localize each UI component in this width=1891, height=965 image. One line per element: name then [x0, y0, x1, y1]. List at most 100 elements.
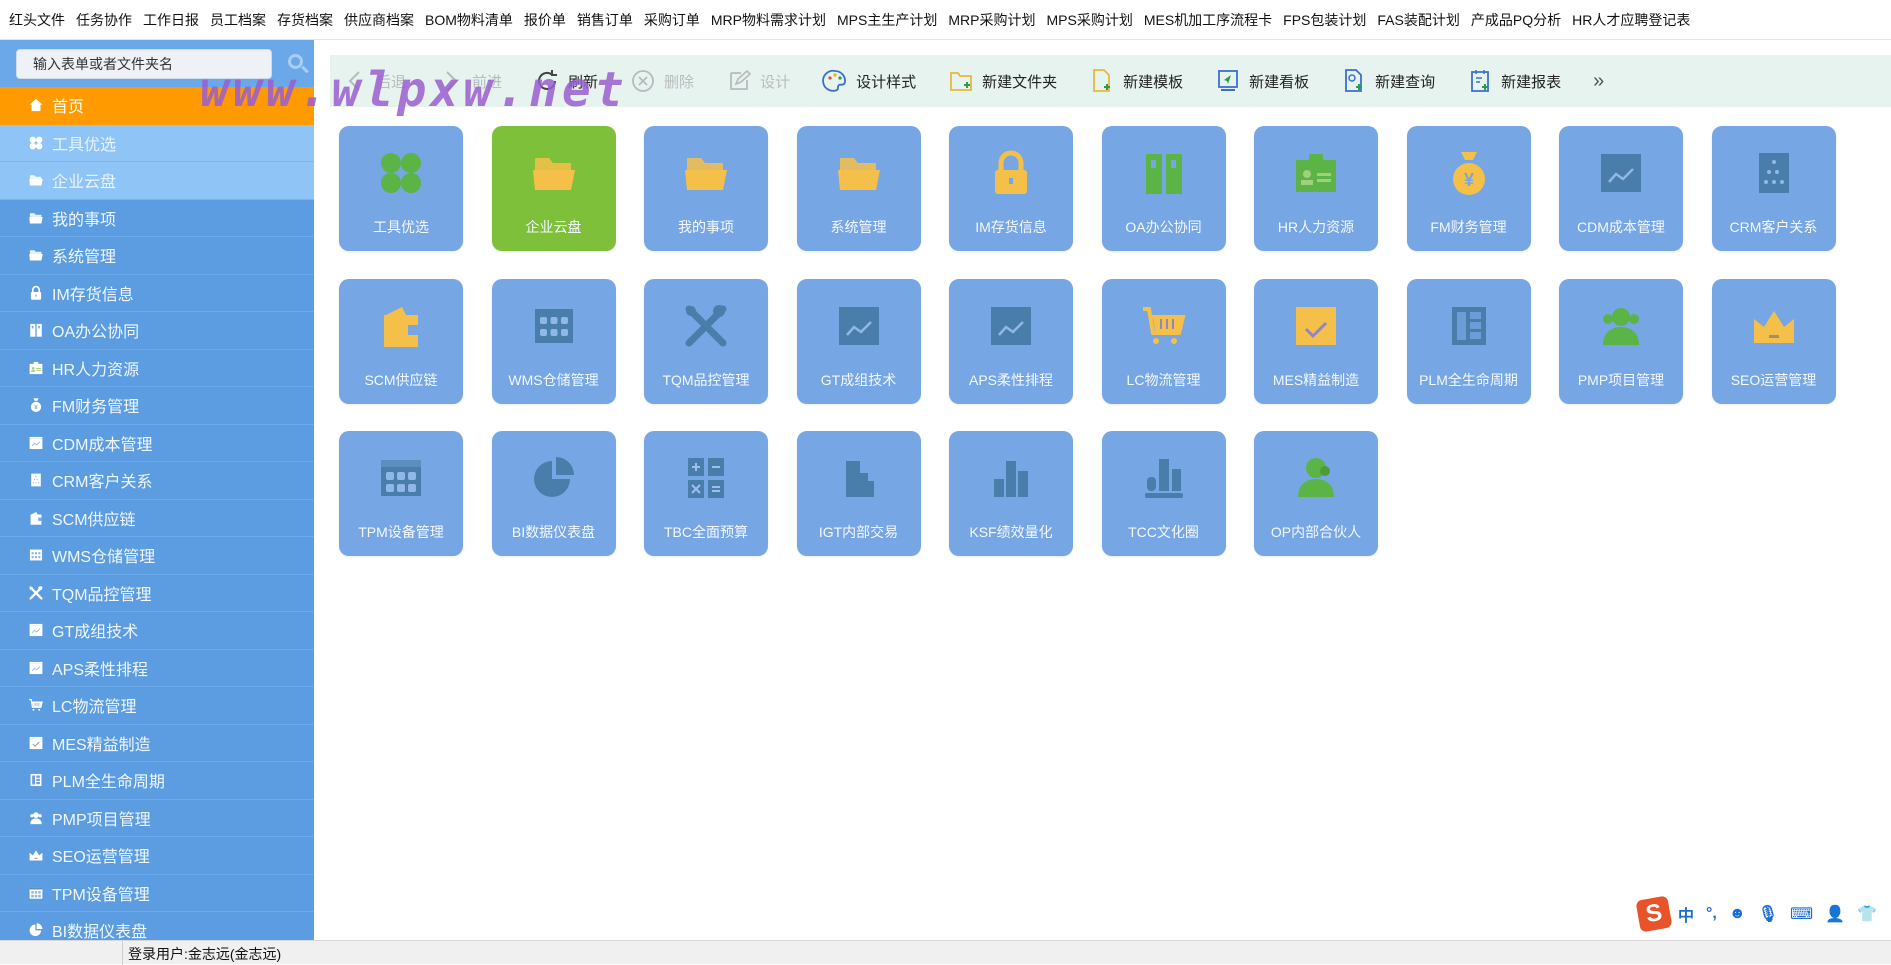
module-tile[interactable]: CDM成本管理	[1559, 126, 1683, 251]
module-tile[interactable]: KSF绩效量化	[949, 431, 1073, 556]
module-tile[interactable]: 工具优选	[339, 126, 463, 251]
sidebar-item[interactable]: SEO运营管理	[0, 837, 314, 875]
top-menu-item[interactable]: BOM物料清单	[425, 10, 513, 30]
top-menu-item[interactable]: 销售订单	[577, 10, 633, 30]
top-menu-item[interactable]: MPS主生产计划	[837, 10, 937, 30]
sidebar-item[interactable]: HR人力资源	[0, 350, 314, 387]
sidebar-item[interactable]: 首页	[0, 87, 314, 125]
keypad-icon	[376, 453, 426, 503]
sidebar-item[interactable]: OA办公协同	[0, 312, 314, 350]
module-tile[interactable]: LC物流管理	[1101, 278, 1226, 404]
sidebar-item[interactable]: LC物流管理	[0, 687, 314, 725]
toolbar-more-button[interactable]: »	[1593, 70, 1604, 93]
module-tile[interactable]: 企业云盘	[491, 126, 616, 251]
top-menu-item[interactable]: 采购订单	[644, 10, 700, 30]
top-menu-item[interactable]: MRP物料需求计划	[711, 10, 826, 30]
ime-emoji-icon[interactable]: ☻	[1729, 905, 1746, 923]
sidebar-item[interactable]: MES精益制造	[0, 725, 314, 762]
top-menu-item[interactable]: MRP采购计划	[948, 10, 1035, 30]
ime-chinese-mode-icon[interactable]: 中	[1678, 902, 1694, 926]
toolbar-button[interactable]: 新建模板	[1089, 68, 1183, 94]
ime-keyboard-icon[interactable]: ⌨	[1790, 904, 1813, 924]
top-menu-item[interactable]: 产成品PQ分析	[1471, 10, 1561, 30]
module-tile[interactable]: APS柔性排程	[949, 278, 1073, 404]
sidebar-item[interactable]: IM存货信息	[0, 275, 314, 312]
sidebar-item[interactable]: 企业云盘	[0, 162, 314, 200]
top-menu-item[interactable]: MES机加工序流程卡	[1144, 10, 1272, 30]
search-icon[interactable]	[282, 49, 312, 79]
sidebar-item[interactable]: CDM成本管理	[0, 425, 314, 462]
sidebar-item[interactable]: TPM设备管理	[0, 875, 314, 912]
toolbar-button[interactable]: 新建文件夹	[948, 68, 1057, 94]
sidebar-item[interactable]: APS柔性排程	[0, 650, 314, 687]
module-tile[interactable]: ¥ FM财务管理	[1406, 126, 1531, 251]
sidebar-item[interactable]: TQM品控管理	[0, 575, 314, 612]
module-tile[interactable]: GT成组技术	[796, 278, 921, 404]
sidebar-item[interactable]: 工具优选	[0, 124, 314, 162]
top-menu-item[interactable]: MPS采购计划	[1046, 10, 1132, 30]
module-tile[interactable]: WMS仓储管理	[491, 278, 616, 404]
top-menu-item[interactable]: 任务协作	[76, 10, 132, 30]
edit-icon	[726, 68, 752, 94]
module-tile[interactable]: SEO运营管理	[1711, 278, 1836, 404]
module-tile[interactable]: TCC文化圈	[1101, 431, 1226, 556]
top-menu-item[interactable]: 工作日报	[143, 10, 199, 30]
toolbar-button[interactable]: 新建看板	[1215, 68, 1309, 94]
sidebar-item[interactable]: 系统管理	[0, 237, 314, 275]
module-tile-label: CRM客户关系	[1729, 219, 1818, 235]
bar-chart-base-icon	[1139, 453, 1189, 503]
top-menu-item[interactable]: FPS包装计划	[1283, 10, 1366, 30]
top-menu-item[interactable]: 员工档案	[210, 10, 266, 30]
toolbar-button[interactable]: 设计	[726, 68, 790, 94]
module-tile[interactable]: SCM供应链	[339, 278, 463, 404]
module-tile[interactable]: BI数据仪表盘	[491, 431, 616, 556]
sidebar-item[interactable]: 我的事项	[0, 200, 314, 237]
search-input[interactable]: 输入表单或者文件夹名	[16, 48, 272, 79]
toolbar-button[interactable]: 刷新	[534, 68, 598, 94]
ime-logo-icon[interactable]: S	[1635, 895, 1673, 933]
money-bag-icon: ¥	[28, 397, 44, 413]
ime-punctuation-icon[interactable]: °,	[1706, 905, 1717, 923]
sidebar-item[interactable]: BI数据仪表盘	[0, 912, 314, 940]
sidebar-item[interactable]: PLM全生命周期	[0, 762, 314, 800]
top-menu-item[interactable]: FAS装配计划	[1377, 10, 1459, 30]
module-tile[interactable]: TQM品控管理	[644, 278, 768, 404]
ime-voice-icon[interactable]: 🎙	[1758, 904, 1778, 924]
module-tile[interactable]: IM存货信息	[949, 126, 1073, 251]
module-tile[interactable]: 我的事项	[644, 126, 768, 251]
module-tile[interactable]: PLM全生命周期	[1406, 278, 1531, 404]
sidebar-item[interactable]: WMS仓储管理	[0, 537, 314, 575]
module-tile[interactable]: OP内部合伙人	[1254, 431, 1378, 556]
sidebar-item[interactable]: ¥ FM财务管理	[0, 387, 314, 425]
module-tile[interactable]: CRM客户关系	[1711, 126, 1836, 251]
top-menu-item[interactable]: HR人才应聘登记表	[1572, 10, 1690, 30]
top-menu-item[interactable]: 报价单	[524, 10, 566, 30]
module-tile[interactable]: 系统管理	[796, 126, 921, 251]
toolbar-button[interactable]: 新建报表	[1467, 68, 1561, 94]
sidebar-item[interactable]: PMP项目管理	[0, 800, 314, 837]
sidebar-item[interactable]: CRM客户关系	[0, 462, 314, 500]
module-tile[interactable]: OA办公协同	[1101, 126, 1226, 251]
top-menu-item[interactable]: 红头文件	[9, 10, 65, 30]
module-tile[interactable]: PMP项目管理	[1559, 278, 1683, 404]
toolbar-button[interactable]: 删除	[630, 68, 694, 94]
sidebar-item[interactable]: GT成组技术	[0, 612, 314, 650]
module-tile[interactable]: TPM设备管理	[339, 431, 463, 556]
ime-user-icon[interactable]: 👤	[1825, 904, 1845, 924]
module-tile[interactable]: MES精益制造	[1254, 278, 1378, 404]
svg-text:¥: ¥	[1463, 170, 1473, 190]
toolbar-button[interactable]: 前进	[438, 68, 502, 94]
module-tile[interactable]: IGT内部交易	[796, 431, 921, 556]
module-tile-label: PMP项目管理	[1577, 371, 1665, 388]
calendar-check-icon	[28, 735, 44, 751]
grid-icon	[28, 135, 44, 151]
sidebar-item[interactable]: SCM供应链	[0, 500, 314, 537]
ime-skin-icon[interactable]: 👕	[1857, 904, 1877, 924]
module-tile[interactable]: HR人力资源	[1254, 126, 1378, 251]
toolbar-button[interactable]: 新建查询	[1341, 68, 1435, 94]
top-menu-item[interactable]: 供应商档案	[344, 10, 414, 30]
module-tile[interactable]: TBC全面预算	[644, 431, 768, 556]
toolbar-button[interactable]: 设计样式	[822, 68, 916, 94]
top-menu-item[interactable]: 存货档案	[277, 10, 333, 30]
toolbar-button[interactable]: 后退	[342, 68, 406, 94]
